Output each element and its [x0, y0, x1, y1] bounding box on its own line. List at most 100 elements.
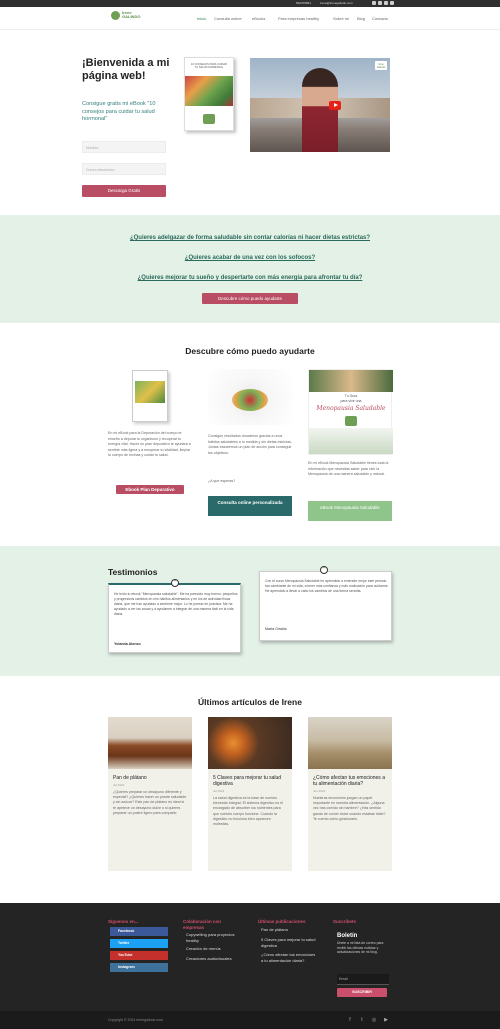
topbar-phone[interactable]: 692370861 — [296, 1, 311, 5]
consulta-button[interactable]: Consulta online personalizada — [208, 496, 292, 516]
youtube-button[interactable]: YouTube — [110, 951, 168, 960]
menopausia-cover-script: Menopausia Saludable — [316, 405, 386, 412]
testimonios-title: Testimonios — [108, 567, 158, 577]
download-button[interactable]: Descarga Gratis — [82, 185, 166, 197]
name-field[interactable]: Nombre — [82, 141, 166, 153]
boletin-title: Boletín — [337, 933, 358, 939]
top-bar — [0, 0, 500, 7]
footer-instagram-icon[interactable]: ◎ — [371, 1017, 377, 1023]
twitter-button[interactable]: Twitter — [110, 939, 168, 948]
nav-ebooks[interactable]: eBooks — [252, 16, 265, 21]
question-2[interactable]: ¿Quieres acabar de una vez con los sofoc… — [0, 255, 500, 261]
testimonial-1-author: Yolanda Alonso — [114, 642, 141, 646]
articulos-title: Últimos artículos de Irene — [198, 697, 302, 707]
facebook-icon[interactable] — [372, 1, 376, 5]
testimonial-2: Con el curso Menopausia Saludable he apr… — [259, 571, 392, 641]
footer-empresas-link-3[interactable]: Creaciones audiovisuales — [186, 956, 246, 962]
menopausia-cover-line1: Tu Guía — [344, 394, 358, 398]
testimonial-1-text: He leído tu ebook "Menopausia saludable"… — [114, 592, 238, 616]
nav-empresas[interactable]: Para empresas healthy — [278, 16, 319, 21]
footer-post-link-1[interactable]: Pan de plátano — [261, 927, 317, 933]
quote-icon: “ — [171, 579, 179, 587]
hero-title: ¡Bienvenida a mi página web! — [82, 57, 170, 82]
discover-button[interactable]: Descubre cómo puedo ayudarte — [202, 293, 298, 304]
nav-inicio[interactable]: Inicio — [197, 16, 206, 21]
menopausia-cover[interactable]: Tu Guía para vivir una Menopausia Saluda… — [308, 369, 393, 455]
ebook-logo-icon — [203, 114, 215, 124]
logo-icon[interactable] — [111, 11, 120, 20]
ebook-cover-title: 10 CONSEJOS PARA CUIDAR TU SALUD HORMONA… — [191, 63, 227, 69]
salad-bowl — [232, 389, 268, 411]
article-3-excerpt: Nuestras emociones juegan un papel impor… — [313, 796, 386, 821]
hero-subtitle: Consigue gratis mi eBook "10 consejos pa… — [82, 101, 156, 122]
video-logo: Irene Galindo — [375, 61, 387, 70]
ebook-depurativo-cover[interactable] — [132, 370, 168, 422]
newsletter-email-input[interactable]: Email — [337, 974, 389, 985]
consulta-extra: ¿A qué esperas? — [208, 479, 236, 483]
article-2-image[interactable] — [208, 717, 292, 769]
question-1[interactable]: ¿Quieres adelgazar de forma saludable si… — [0, 235, 500, 241]
footer-posts-title: Últimas publicaciones — [258, 919, 306, 924]
footer-post-link-2[interactable]: 5 Claves para mejorar tu salud digestiva — [261, 937, 317, 948]
youtube-icon[interactable] — [390, 1, 394, 5]
twitter-icon[interactable] — [378, 1, 382, 5]
copyright: Copyright © 2024 irenegalindo.com — [108, 1018, 163, 1022]
question-3[interactable]: ¿Quieres mejorar tu sueño y despertarte … — [0, 275, 500, 281]
questions-band — [0, 215, 500, 323]
article-2-excerpt: La salud digestiva es la base de nuestro… — [213, 796, 283, 827]
footer-twitter-icon[interactable]: t — [359, 1017, 365, 1023]
subscribe-button[interactable]: SUSCRIBIR — [337, 988, 387, 997]
consulta-image[interactable] — [208, 369, 292, 425]
ebook-depurativo-text: En mi eBook para la Depuración del cuerp… — [108, 431, 191, 457]
nav-consulta-online[interactable]: Consulta online — [214, 16, 242, 21]
article-card-1[interactable]: Pan de plátano Jul 2024 ¿Quieres prepara… — [108, 717, 192, 871]
footer-subscribe-title: Suscríbete — [333, 919, 357, 924]
article-1-excerpt: ¿Quieres preparar un desayuno diferente … — [113, 790, 187, 815]
menopausia-header-image — [309, 370, 393, 392]
site-header — [0, 7, 500, 30]
instagram-icon[interactable] — [384, 1, 388, 5]
instagram-button[interactable]: Instagram — [110, 963, 168, 972]
footer-social-title: Síguenos en... — [108, 919, 139, 924]
article-card-3[interactable]: ¿Cómo afectan tus emociones a tu aliment… — [308, 717, 392, 871]
menopausia-text: En mi eBook Menopausia Saludable tienes … — [308, 461, 389, 476]
testimonial-2-author: Marta Giraldo — [265, 627, 287, 631]
footer-empresas-link-2[interactable]: Creación de menús — [186, 946, 246, 952]
article-2-title[interactable]: 5 Claves para mejorar tu salud digestiva — [213, 775, 287, 787]
nav-sobre-mi[interactable]: Sobre mí — [333, 16, 349, 21]
footer — [0, 903, 500, 1011]
ebook-depurativo-image — [135, 381, 165, 403]
ebook-depurativo-button[interactable]: Ebook Plan Depurativo — [116, 485, 184, 494]
article-card-2[interactable]: 5 Claves para mejorar tu salud digestiva… — [208, 717, 292, 871]
facebook-button[interactable]: Facebook — [110, 927, 168, 936]
email-field[interactable]: Correo electrónico — [82, 163, 166, 175]
footer-post-link-3[interactable]: ¿Cómo afectan tus emociones a tu aliment… — [261, 952, 317, 963]
bottom-bar — [0, 1011, 500, 1029]
logo-text-2: GALINDO — [122, 14, 141, 19]
article-1-title[interactable]: Pan de plátano — [113, 775, 187, 781]
article-3-image[interactable] — [308, 717, 392, 769]
testimonios-band — [0, 546, 500, 676]
boletin-text: Únete a mi lista de correo para recibir … — [337, 941, 384, 955]
intro-video[interactable]: Irene Galindo — [250, 58, 390, 152]
nav-contacto[interactable]: Contacto — [372, 16, 388, 21]
testimonial-2-text: Con el curso Menopausia Saludable he apr… — [265, 579, 389, 593]
logo[interactable]: Irene GALINDO — [122, 11, 140, 19]
article-1-image[interactable] — [108, 717, 192, 769]
menopausia-button[interactable]: eBook Menopausia Saludable — [308, 501, 392, 521]
article-3-title[interactable]: ¿Cómo afectan tus emociones a tu aliment… — [313, 775, 387, 787]
nav-blog[interactable]: Blog — [357, 16, 365, 21]
menopausia-flowers-image — [309, 428, 393, 454]
footer-facebook-icon[interactable]: f — [347, 1017, 353, 1023]
menopausia-logo-icon — [345, 416, 357, 426]
consulta-text: Consigue resultados duraderos gracias a … — [208, 434, 292, 455]
topbar-email[interactable]: irene@irenegalindo.com — [320, 1, 353, 5]
footer-youtube-icon[interactable]: ▶ — [383, 1017, 389, 1023]
ebook-cover[interactable]: 10 CONSEJOS PARA CUIDAR TU SALUD HORMONA… — [184, 57, 234, 131]
footer-empresas-link-1[interactable]: Copywriting para proyectos healthy — [186, 932, 246, 943]
testimonial-1: He leído tu ebook "Menopausia saludable"… — [108, 583, 241, 653]
ayudarte-title: Descubre cómo puedo ayudarte — [185, 346, 315, 356]
video-presenter — [302, 68, 338, 152]
footer-empresas-title: Colaboración con empresas — [183, 919, 222, 930]
play-icon — [334, 103, 338, 107]
